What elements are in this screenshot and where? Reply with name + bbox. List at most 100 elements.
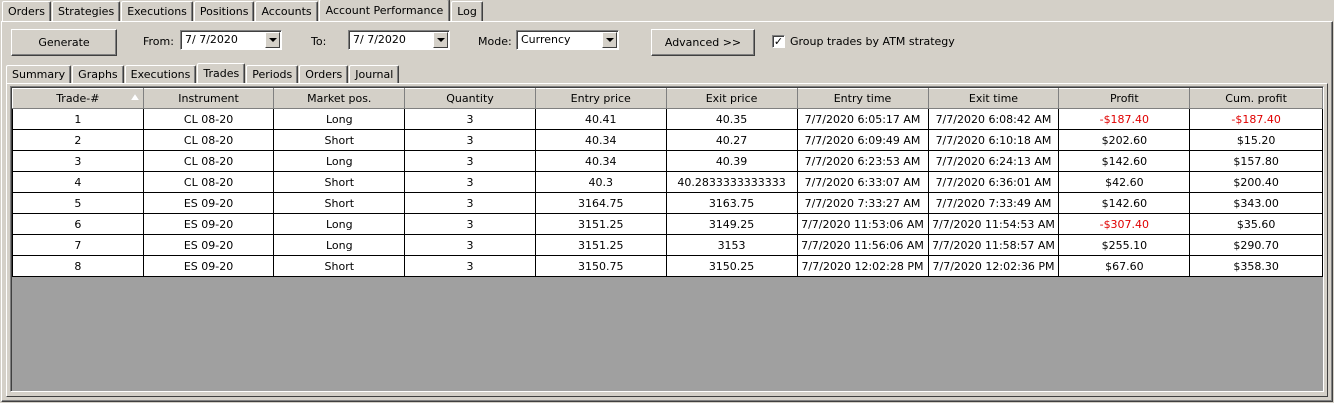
tab-positions[interactable]: Positions — [193, 1, 255, 21]
column-header-label: Market pos. — [307, 92, 372, 105]
cell-exit-time: 7/7/2020 6:10:18 AM — [927, 129, 1060, 151]
column-header-trade[interactable]: Trade-# — [12, 88, 144, 109]
column-header-profit[interactable]: Profit — [1058, 88, 1191, 109]
cell-trade: 5 — [12, 192, 144, 214]
cell-exit-time: 7/7/2020 11:54:53 AM — [927, 213, 1060, 235]
cell-entry-time: 7/7/2020 11:53:06 AM — [796, 213, 929, 235]
column-header-label: Cum. profit — [1225, 92, 1287, 105]
cell-market-pos: Long — [273, 108, 406, 130]
cell-cum-profit: -$187.40 — [1189, 108, 1323, 130]
column-header-cum-profit[interactable]: Cum. profit — [1189, 88, 1323, 109]
cell-entry-price: 40.3 — [534, 171, 667, 193]
subtab-orders[interactable]: Orders — [299, 65, 349, 83]
table-row[interactable]: 7 ES 09-20 Long 3 3151.25 3153 7/7/2020 11:56:… — [12, 234, 1323, 256]
column-header-label: Trade-# — [56, 92, 100, 105]
subtab-journal[interactable]: Journal — [349, 65, 400, 83]
cell-exit-price: 40.27 — [665, 129, 798, 151]
cell-trade: 6 — [12, 213, 144, 235]
table-row[interactable]: 5 ES 09-20 Short 3 3164.75 3163.75 7/7/2020 7:… — [12, 192, 1323, 214]
cell-exit-price: 40.35 — [665, 108, 798, 130]
to-date-picker[interactable]: 7/ 7/2020 — [348, 30, 450, 50]
group-trades-checkbox[interactable]: ✓ — [772, 35, 785, 48]
cell-profit: $202.60 — [1058, 129, 1191, 151]
subtab-summary[interactable]: Summary — [6, 65, 72, 83]
cell-exit-price: 3150.25 — [665, 255, 798, 277]
cell-quantity: 3 — [404, 129, 536, 151]
cell-trade: 3 — [12, 150, 144, 172]
cell-market-pos: Short — [273, 129, 406, 151]
advanced-button-label: Advanced >> — [664, 36, 742, 49]
cell-quantity: 3 — [404, 234, 536, 256]
tab-strategies[interactable]: Strategies — [52, 1, 121, 21]
mode-label: Mode: — [478, 35, 512, 48]
column-header-market-pos[interactable]: Market pos. — [273, 88, 406, 109]
column-header-quantity[interactable]: Quantity — [404, 88, 536, 109]
cell-profit: $142.60 — [1058, 150, 1191, 172]
cell-quantity: 3 — [404, 255, 536, 277]
cell-entry-time: 7/7/2020 7:33:27 AM — [796, 192, 929, 214]
tab-accounts[interactable]: Accounts — [255, 1, 318, 21]
cell-quantity: 3 — [404, 192, 536, 214]
cell-cum-profit: $157.80 — [1189, 150, 1323, 172]
cell-market-pos: Long — [273, 234, 406, 256]
cell-market-pos: Long — [273, 213, 406, 235]
tab-log[interactable]: Log — [451, 1, 483, 21]
cell-trade: 4 — [12, 171, 144, 193]
subtab-graphs[interactable]: Graphs — [72, 65, 124, 83]
cell-instrument: CL 08-20 — [142, 150, 275, 172]
cell-entry-time: 7/7/2020 6:05:17 AM — [796, 108, 929, 130]
column-header-label: Exit time — [968, 92, 1019, 105]
cell-exit-time: 7/7/2020 11:58:57 AM — [927, 234, 1060, 256]
cell-market-pos: Short — [273, 255, 406, 277]
group-trades-label: Group trades by ATM strategy — [790, 35, 955, 48]
column-header-label: Entry time — [833, 92, 892, 105]
table-row[interactable]: 3 CL 08-20 Long 3 40.34 40.39 7/7/2020 6:23:53… — [12, 150, 1323, 172]
cell-quantity: 3 — [404, 171, 536, 193]
tab-executions[interactable]: Executions — [121, 1, 193, 21]
to-date-value: 7/ 7/2020 — [353, 33, 406, 46]
mode-select[interactable]: Currency — [516, 30, 619, 50]
table-row[interactable]: 4 CL 08-20 Short 3 40.3 40.2833333333333 7/7/2… — [12, 171, 1323, 193]
subtab-trades[interactable]: Trades — [197, 63, 246, 83]
cell-quantity: 3 — [404, 108, 536, 130]
chevron-down-icon — [436, 38, 445, 42]
column-header-exit-time[interactable]: Exit time — [927, 88, 1060, 109]
from-date-dropdown-button[interactable] — [265, 32, 280, 48]
tab-account-performance[interactable]: Account Performance — [318, 0, 451, 21]
cell-exit-time: 7/7/2020 6:36:01 AM — [927, 171, 1060, 193]
to-date-dropdown-button[interactable] — [433, 32, 448, 48]
column-header-label: Exit price — [705, 92, 758, 105]
cell-trade: 1 — [12, 108, 144, 130]
cell-cum-profit: $290.70 — [1189, 234, 1323, 256]
subtab-periods[interactable]: Periods — [246, 65, 299, 83]
column-header-entry-time[interactable]: Entry time — [796, 88, 929, 109]
subtab-executions[interactable]: Executions — [124, 65, 197, 83]
trades-grid[interactable]: Trade-# Instrument Market pos. Quantity Entr… — [10, 86, 1324, 392]
mode-select-value: Currency — [521, 33, 571, 46]
table-row[interactable]: 2 CL 08-20 Short 3 40.34 40.27 7/7/2020 6:09:4… — [12, 129, 1323, 151]
top-tab-strip: Orders Strategies Executions Positions Accou… — [0, 0, 1334, 22]
column-header-instrument[interactable]: Instrument — [142, 88, 275, 109]
table-row[interactable]: 6 ES 09-20 Long 3 3151.25 3149.25 7/7/2020 11:… — [12, 213, 1323, 235]
table-row[interactable]: 8 ES 09-20 Short 3 3150.75 3150.25 7/7/2020 12… — [12, 255, 1323, 277]
column-header-entry-price[interactable]: Entry price — [534, 88, 667, 109]
table-row[interactable]: 1 CL 08-20 Long 3 40.41 40.35 7/7/2020 6:05:17… — [12, 108, 1323, 130]
advanced-button[interactable]: Advanced >> — [651, 29, 755, 56]
cell-instrument: ES 09-20 — [142, 213, 275, 235]
from-date-picker[interactable]: 7/ 7/2020 — [180, 30, 282, 50]
tab-orders[interactable]: Orders — [2, 1, 51, 21]
cell-exit-price: 3163.75 — [665, 192, 798, 214]
column-header-exit-price[interactable]: Exit price — [665, 88, 798, 109]
mode-dropdown-button[interactable] — [602, 32, 617, 48]
cell-exit-price: 3153 — [665, 234, 798, 256]
cell-market-pos: Short — [273, 192, 406, 214]
cell-exit-time: 7/7/2020 7:33:49 AM — [927, 192, 1060, 214]
cell-exit-time: 7/7/2020 12:02:36 PM — [927, 255, 1060, 277]
cell-entry-price: 40.34 — [534, 129, 667, 151]
top-tabs: Orders Strategies Executions Positions Accou… — [2, 0, 484, 21]
cell-cum-profit: $343.00 — [1189, 192, 1323, 214]
cell-entry-price: 3151.25 — [534, 213, 667, 235]
generate-button[interactable]: Generate — [11, 29, 117, 56]
cell-entry-time: 7/7/2020 12:02:28 PM — [796, 255, 929, 277]
cell-instrument: CL 08-20 — [142, 171, 275, 193]
